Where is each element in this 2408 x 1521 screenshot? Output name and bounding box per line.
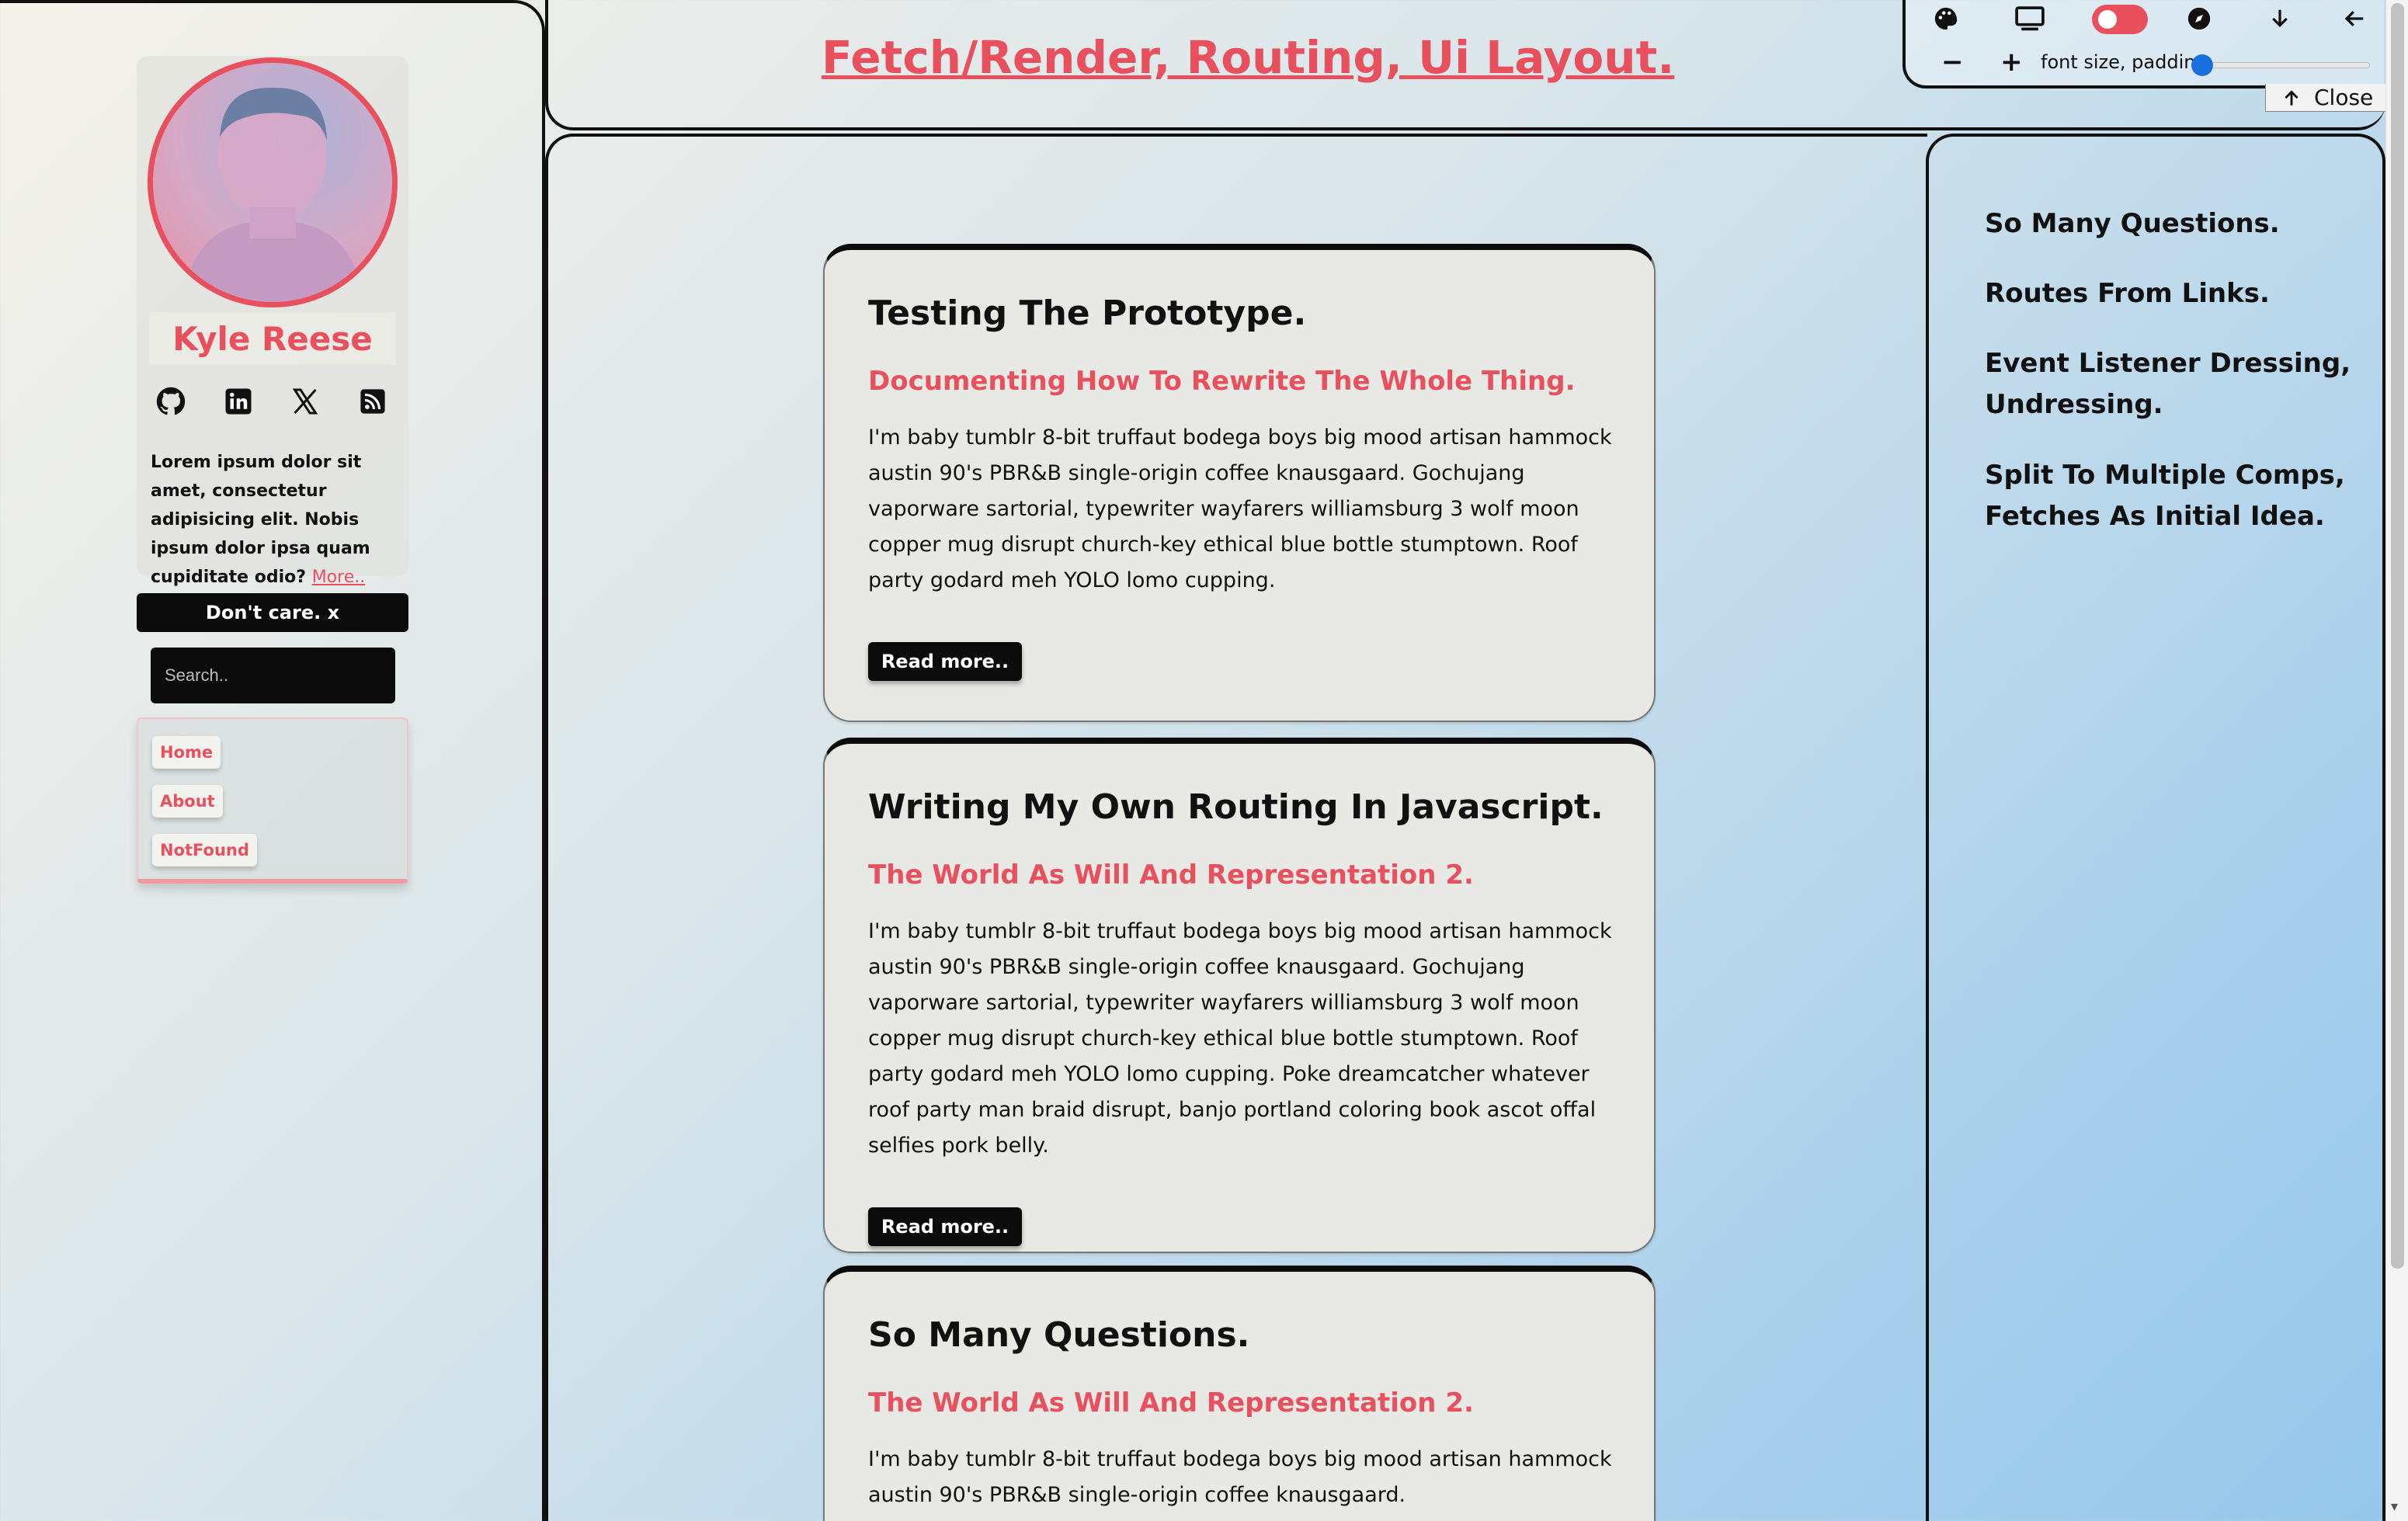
read-more-button[interactable]: Read more.. [868,1207,1022,1246]
settings-toolbar: − + font size, padding [1902,0,2384,89]
post-title: So Many Questions. [868,1315,1250,1355]
right-sidebar-toc: So Many Questions. Routes From Links. Ev… [1926,134,2385,1521]
post-subtitle: The World As Will And Representation 2. [868,859,1474,891]
nav-menu: Home About NotFound [137,717,408,884]
close-label: Close [2314,85,2374,110]
toc-item[interactable]: So Many Questions. [1985,203,2358,245]
x-icon[interactable] [290,386,321,417]
social-links [155,378,388,425]
palette-icon[interactable] [1929,2,1963,36]
toc-item[interactable]: Event Listener Dressing, Undressing. [1985,343,2358,425]
bio-text: Lorem ipsum dolor sit amet, consectetur … [151,448,399,592]
linkedin-icon[interactable] [223,386,254,417]
compass-icon[interactable] [2182,2,2216,36]
monitor-icon[interactable] [2013,2,2047,36]
page-title[interactable]: Fetch/Render, Routing, Ui Layout. [822,31,1674,84]
size-slider-thumb[interactable] [2191,54,2213,76]
post-subtitle: Documenting How To Rewrite The Whole Thi… [868,366,1576,397]
read-more-button[interactable]: Read more.. [868,642,1022,681]
post-card: Writing My Own Routing In Javascript. Th… [823,738,1656,1253]
more-link[interactable]: More.. [312,568,366,587]
post-body: I'm baby tumblr 8-bit truffaut bodega bo… [868,425,1612,592]
github-icon[interactable] [155,386,186,417]
avatar [148,57,398,307]
nav-item-notfound[interactable]: NotFound [152,834,257,866]
size-slider-track[interactable] [2199,62,2370,68]
post-body: I'm baby tumblr 8-bit truffaut bodega bo… [868,919,1612,1158]
search-input[interactable] [151,648,395,703]
avatar-silhouette-icon [184,87,363,302]
post-body: I'm baby tumblr 8-bit truffaut bodega bo… [868,1447,1612,1507]
theme-toggle-switch[interactable] [2092,5,2148,34]
profile-card: Kyle Reese Lorem ipsum dolor sit amet, c… [137,56,408,587]
dont-care-button[interactable]: Don't care. x [137,593,408,632]
page-scrollbar[interactable]: ▾ [2385,0,2408,1521]
increase-size-button[interactable]: + [2000,47,2023,78]
decrease-size-button[interactable]: − [1941,47,1964,78]
nav-item-home[interactable]: Home [152,736,221,769]
toc-item[interactable]: Split To Multiple Comps, Fetches As Init… [1985,455,2358,537]
profile-name: Kyle Reese [149,312,396,365]
post-title: Testing The Prototype. [868,293,1307,333]
slider-label: font size, padding [2041,51,2208,73]
arrow-up-icon [2285,89,2299,106]
nav-item-about[interactable]: About [152,785,223,818]
main-content: Testing The Prototype. Documenting How T… [545,134,1927,1521]
arrow-down-icon[interactable] [2263,2,2297,36]
left-sidebar: Kyle Reese Lorem ipsum dolor sit amet, c… [0,0,545,1521]
scrollbar-thumb[interactable] [2391,3,2404,1269]
post-card: So Many Questions. The World As Will And… [823,1266,1656,1521]
post-title: Writing My Own Routing In Javascript. [868,787,1604,827]
toc-item[interactable]: Routes From Links. [1985,273,2358,314]
post-card: Testing The Prototype. Documenting How T… [823,244,1656,722]
close-button[interactable]: Close [2265,84,2389,112]
scroll-down-arrow-icon[interactable]: ▾ [2391,1498,2398,1515]
arrow-left-icon[interactable] [2337,2,2372,36]
rss-icon[interactable] [357,386,388,417]
post-subtitle: The World As Will And Representation 2. [868,1387,1474,1419]
